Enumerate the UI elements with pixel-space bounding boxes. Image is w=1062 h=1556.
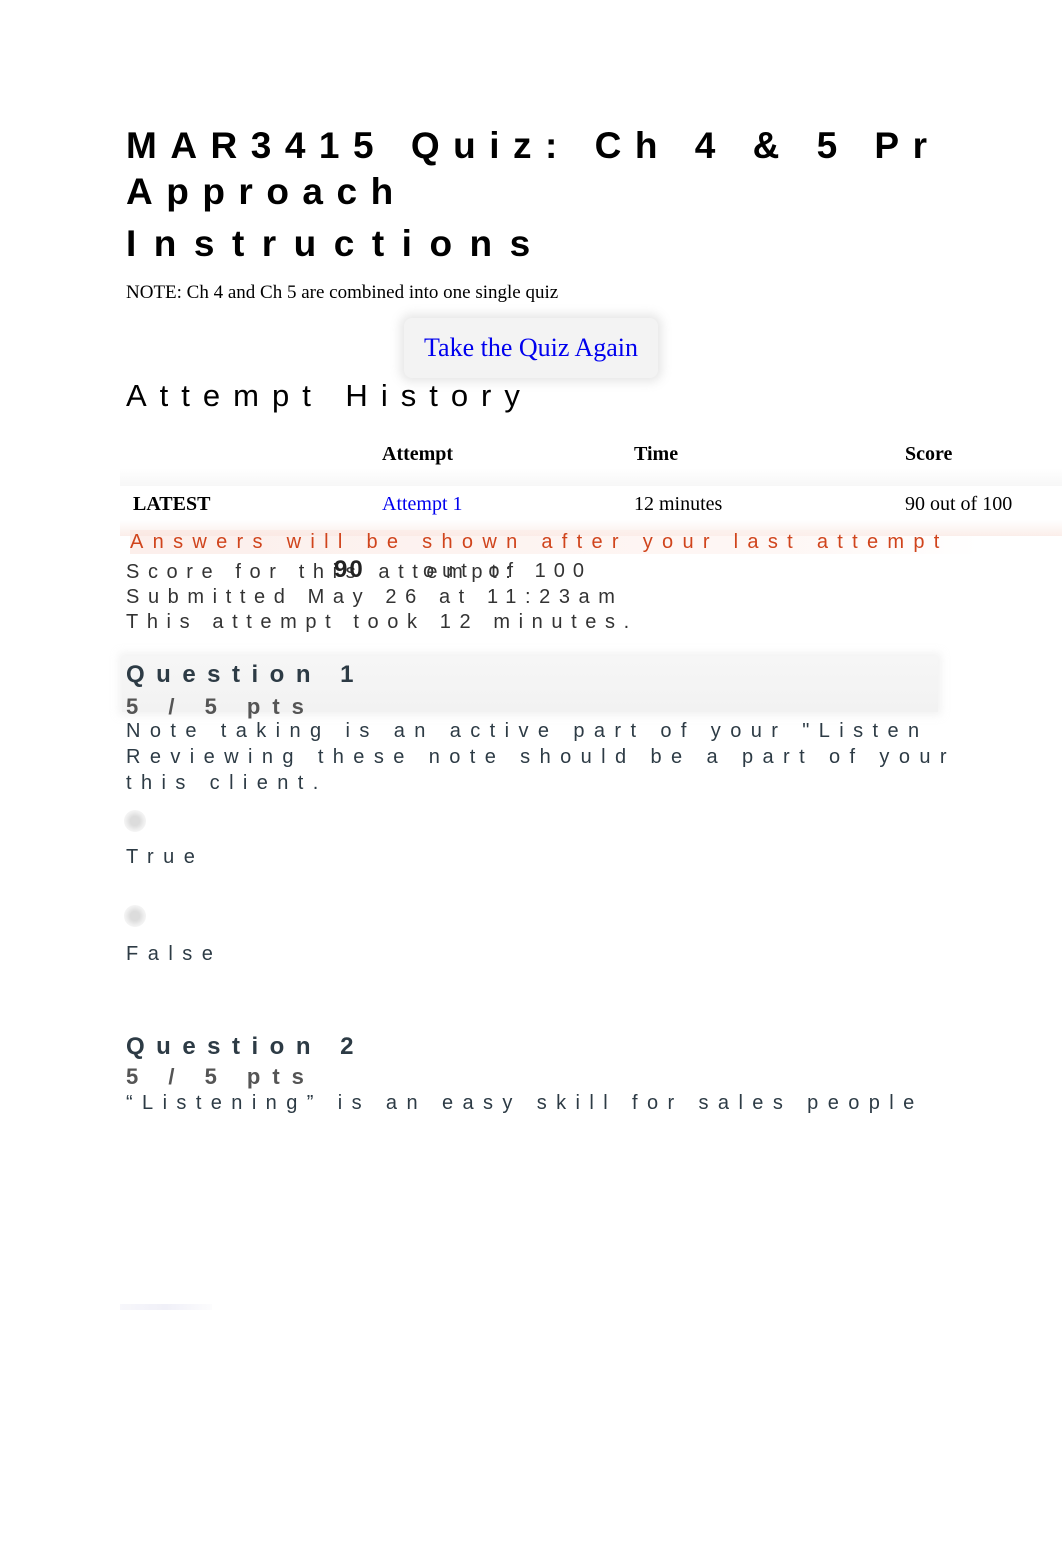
attempt-duration: This attempt took 12 minutes. (126, 611, 638, 633)
column-header-score: Score (905, 443, 953, 465)
take-quiz-again-label: Take the Quiz Again (423, 333, 639, 362)
faint-divider (120, 1304, 212, 1310)
quiz-title-line-1: MAR3415 Quiz: Ch 4 & 5 Pr (126, 125, 941, 166)
answer-false-radio[interactable] (124, 905, 146, 927)
column-header-time: Time (634, 443, 679, 465)
score-out-of: out of 100 (423, 560, 592, 582)
answers-notice: Answers will be shown after your last at… (130, 530, 979, 554)
question-1-text-line-1: Note taking is an active part of your "L… (126, 720, 929, 742)
question-1-text-line-2: Reviewing these note should be a part of… (126, 746, 956, 768)
question-1-title: Question 1 (126, 661, 366, 688)
attempt-history-heading: Attempt History (126, 378, 533, 413)
attempt-1-link[interactable]: Attempt 1 (382, 493, 463, 516)
answer-true-label[interactable]: True (126, 845, 204, 869)
column-header-attempt: Attempt (382, 443, 454, 465)
question-2-title: Question 2 (126, 1033, 366, 1060)
question-2-text-line-1: “Listening” is an easy skill for sales p… (126, 1092, 924, 1114)
table-header-shadow (120, 468, 1062, 486)
score-value: 90 (334, 556, 365, 583)
quiz-title-line-2: Approach (126, 171, 407, 212)
submitted-time: Submitted May 26 at 11:23am (126, 586, 624, 608)
instructions-note: NOTE: Ch 4 and Ch 5 are combined into on… (126, 282, 559, 303)
question-2-points: 5 / 5 pts (126, 1064, 316, 1089)
latest-label: LATEST (133, 493, 211, 515)
take-quiz-again-button[interactable]: Take the Quiz Again (404, 318, 658, 378)
attempt-time: 12 minutes (634, 493, 723, 515)
question-1-points: 5 / 5 pts (126, 694, 316, 719)
instructions-heading: Instructions (126, 223, 548, 264)
answer-true-radio[interactable] (124, 810, 146, 832)
answer-false-label[interactable]: False (126, 942, 222, 966)
question-1-text-line-3: this client. (126, 772, 328, 794)
attempt-score: 90 out of 100 (905, 493, 1013, 515)
